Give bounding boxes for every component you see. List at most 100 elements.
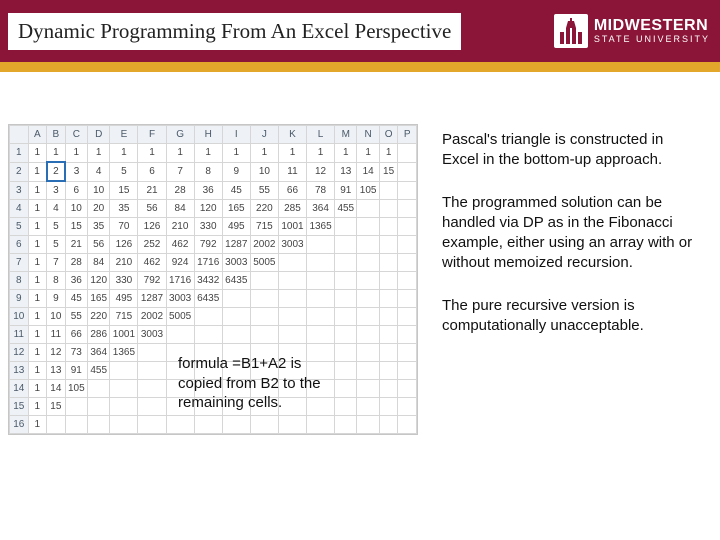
table-row: 4141020355684120165220285364455 [10, 200, 417, 218]
university-logo: MIDWESTERN STATE UNIVERSITY [554, 14, 710, 48]
cell: 1 [335, 144, 357, 163]
page-title: Dynamic Programming From An Excel Perspe… [8, 13, 461, 50]
cell: 91 [65, 362, 87, 380]
cell: 1 [28, 290, 47, 308]
cell: 15 [47, 398, 66, 416]
cell: 10 [47, 308, 66, 326]
cell: 1 [28, 144, 47, 163]
cell: 36 [65, 272, 87, 290]
cell: 6435 [194, 290, 222, 308]
cell [110, 380, 138, 398]
row-header: 3 [10, 181, 29, 200]
cell [357, 380, 379, 398]
cell: 1 [28, 398, 47, 416]
cell [379, 398, 398, 416]
cell [335, 290, 357, 308]
cell: 252 [138, 236, 166, 254]
cell: 495 [110, 290, 138, 308]
cell [166, 326, 194, 344]
left-column: ABCDEFGHIJKLMNOP 11111111111111112123456… [8, 124, 418, 435]
col-header: D [88, 126, 110, 144]
cell: 15 [65, 218, 87, 236]
cell: 9 [47, 290, 66, 308]
cell [307, 236, 335, 254]
cell: 1 [110, 144, 138, 163]
cell: 15 [110, 181, 138, 200]
cell: 35 [110, 200, 138, 218]
cell: 1716 [166, 272, 194, 290]
cell: 45 [65, 290, 87, 308]
cell: 1365 [307, 218, 335, 236]
col-header: C [65, 126, 87, 144]
cell: 1 [307, 144, 335, 163]
logo-text: MIDWESTERN STATE UNIVERSITY [594, 17, 710, 44]
cell: 1 [28, 218, 47, 236]
row-header: 13 [10, 362, 29, 380]
cell: 8 [47, 272, 66, 290]
right-column: Pascal's triangle is constructed in Exce… [442, 124, 702, 435]
table-row: 101105522071520025005 [10, 308, 417, 326]
cell: 1 [28, 416, 47, 434]
table-row: 91945165495128730036435 [10, 290, 417, 308]
cell: 220 [250, 200, 278, 218]
cell: 10 [88, 181, 110, 200]
cell: 1 [28, 344, 47, 362]
cell [379, 380, 398, 398]
cell [357, 236, 379, 254]
cell [250, 326, 278, 344]
cell: 66 [65, 326, 87, 344]
cell: 165 [222, 200, 250, 218]
cell: 84 [88, 254, 110, 272]
col-header: P [398, 126, 417, 144]
cell [222, 326, 250, 344]
table-row: 313610152128364555667891105 [10, 181, 417, 200]
cell: 330 [194, 218, 222, 236]
cell [357, 254, 379, 272]
row-header: 8 [10, 272, 29, 290]
cell [307, 416, 335, 434]
cell [335, 326, 357, 344]
cell: 14 [47, 380, 66, 398]
cell [194, 308, 222, 326]
cell: 66 [278, 181, 306, 200]
cell: 8 [194, 162, 222, 181]
cell: 1001 [278, 218, 306, 236]
cell: 1 [138, 144, 166, 163]
cell [250, 416, 278, 434]
cell: 1716 [194, 254, 222, 272]
cell [222, 416, 250, 434]
cell: 1 [28, 380, 47, 398]
cell: 285 [278, 200, 306, 218]
cell: 3 [47, 181, 66, 200]
cell: 3 [65, 162, 87, 181]
col-header: O [379, 126, 398, 144]
cell [398, 200, 417, 218]
cell: 5005 [166, 308, 194, 326]
cell: 3003 [222, 254, 250, 272]
cell [278, 290, 306, 308]
table-row: 1111111111111111 [10, 144, 417, 163]
row-header: 16 [10, 416, 29, 434]
cell: 1287 [222, 236, 250, 254]
row-header: 15 [10, 398, 29, 416]
row-header: 10 [10, 308, 29, 326]
logo-main-text: MIDWESTERN [594, 17, 710, 35]
cell: 792 [138, 272, 166, 290]
cell: 11 [278, 162, 306, 181]
cell [335, 416, 357, 434]
cell [65, 416, 87, 434]
cell: 210 [166, 218, 194, 236]
cell: 10 [250, 162, 278, 181]
table-row: 81836120330792171634326435 [10, 272, 417, 290]
cell [398, 398, 417, 416]
cell: 3003 [278, 236, 306, 254]
cell: 5005 [250, 254, 278, 272]
cell: 3003 [166, 290, 194, 308]
cell: 1 [28, 308, 47, 326]
cell: 15 [379, 162, 398, 181]
cell [250, 308, 278, 326]
cell [398, 416, 417, 434]
callout-line1: formula =B1+A2 is [178, 355, 301, 372]
cell: 1 [28, 254, 47, 272]
cell [398, 272, 417, 290]
